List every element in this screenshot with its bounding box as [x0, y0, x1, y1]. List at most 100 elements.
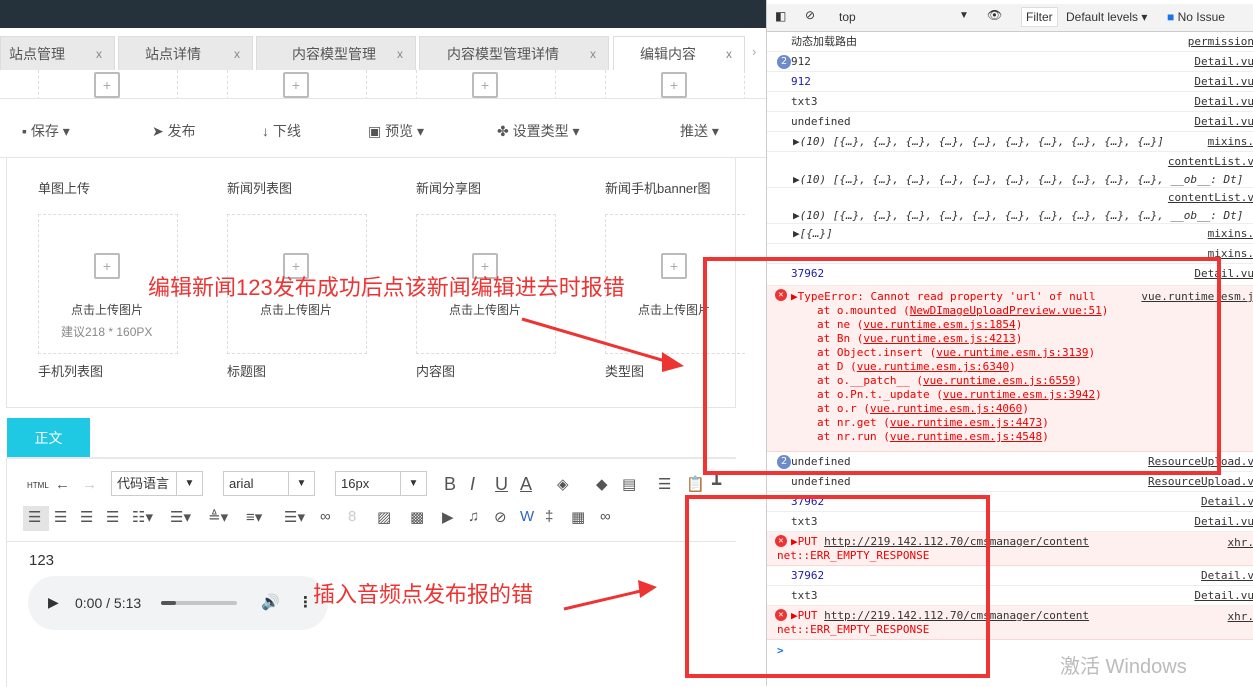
close-icon[interactable]: x: [96, 37, 102, 71]
source-link[interactable]: permission: [1184, 32, 1253, 52]
row-spacing-top-icon[interactable]: ≜▾: [208, 508, 228, 526]
bold-icon[interactable]: B: [444, 474, 456, 495]
field-label: 标题图: [227, 361, 266, 380]
source-link[interactable]: mixins.: [1204, 224, 1253, 244]
font-family-select[interactable]: arial▼: [223, 471, 315, 496]
tab-edit-content[interactable]: 编辑内容x: [613, 36, 745, 70]
image-add-icon: +: [661, 72, 687, 98]
music-icon[interactable]: ♫: [468, 508, 479, 525]
source-link[interactable]: ResourceUpload.v: [1144, 472, 1253, 492]
source-link[interactable]: Detail.vu: [1190, 52, 1253, 72]
chevron-right-icon[interactable]: ›: [752, 44, 756, 59]
upload-box[interactable]: +: [38, 70, 178, 100]
source-link[interactable]: Detail.v: [1197, 492, 1253, 512]
multi-image-icon[interactable]: ▩: [410, 508, 424, 526]
close-icon[interactable]: x: [234, 37, 240, 71]
word-image-icon[interactable]: W: [520, 508, 534, 525]
source-link[interactable]: xhr.: [1224, 532, 1253, 554]
unlink-icon[interactable]: 8: [348, 508, 356, 525]
dropdown-arrow-icon[interactable]: ▼: [959, 10, 969, 21]
align-justify-icon[interactable]: ☰: [106, 508, 119, 526]
upload-box[interactable]: +: [416, 70, 556, 100]
close-icon[interactable]: x: [590, 37, 596, 71]
source-link[interactable]: contentList.v: [1164, 152, 1253, 172]
volume-icon[interactable]: 🔊: [261, 593, 280, 611]
set-type-label: 设置类型: [513, 123, 569, 139]
template-icon[interactable]: ▤: [622, 475, 636, 493]
row-spacing-bottom-icon[interactable]: ≡▾: [246, 508, 262, 526]
sidebar-toggle-icon[interactable]: ◧: [775, 9, 786, 23]
issues-button[interactable]: ■ No Issue: [1167, 10, 1225, 24]
more-options-icon[interactable]: ⋮: [298, 593, 313, 611]
italic-icon[interactable]: I: [470, 474, 475, 495]
push-button[interactable]: 推送 ▾: [680, 121, 719, 141]
line-height-icon[interactable]: ☰▾: [284, 508, 305, 526]
preview-button[interactable]: ▣ 预览 ▾: [368, 121, 424, 141]
source-link[interactable]: contentList.v: [1164, 188, 1253, 208]
context-select[interactable]: top: [839, 10, 856, 24]
align-left-icon[interactable]: ☰: [28, 508, 41, 526]
code-language-select[interactable]: 代码语言▼: [111, 471, 203, 496]
levels-dropdown[interactable]: Default levels ▾: [1066, 10, 1147, 24]
undo-icon[interactable]: ←: [55, 476, 70, 493]
push-label: 推送: [680, 123, 708, 139]
align-right-icon[interactable]: ☰: [54, 508, 67, 526]
font-size-select[interactable]: 16px▼: [335, 471, 427, 496]
clear-console-icon[interactable]: ⊘: [805, 8, 815, 22]
source-link[interactable]: Detail.vu: [1190, 586, 1253, 606]
upload-box[interactable]: +: [227, 70, 367, 100]
source-link[interactable]: Detail.vu: [1190, 72, 1253, 92]
fill-color-icon[interactable]: ◈: [557, 475, 569, 493]
attachment-icon[interactable]: ⊘: [494, 508, 507, 526]
video-icon[interactable]: ▶: [442, 508, 454, 526]
eye-icon[interactable]: 👁: [987, 8, 1002, 22]
html-source-button[interactable]: HTML: [27, 481, 49, 490]
filter-input[interactable]: Filter: [1021, 7, 1058, 27]
audio-player[interactable]: ▶ 0:00 / 5:13 🔊 ⋮: [28, 576, 328, 630]
tab-body[interactable]: 正文: [7, 418, 90, 458]
source-link[interactable]: xhr.: [1224, 606, 1253, 628]
tab-content-model-detail[interactable]: 内容模型管理详情x: [419, 36, 609, 70]
unordered-list-icon[interactable]: ☰▾: [170, 508, 191, 526]
tab-site-detail[interactable]: 站点详情x: [118, 36, 253, 70]
indent-icon[interactable]: ☰: [658, 475, 671, 493]
publish-button[interactable]: ➤ 发布: [152, 121, 196, 141]
console-message: txt3: [791, 95, 818, 108]
source-link[interactable]: Detail.vu: [1190, 92, 1253, 112]
paste-text-icon[interactable]: 📋: [686, 475, 705, 493]
audio-progress-bar[interactable]: [161, 601, 237, 605]
upload-box[interactable]: +: [605, 70, 745, 100]
eraser-icon[interactable]: ◆: [596, 475, 608, 493]
search-replace-icon[interactable]: ∞: [600, 508, 611, 525]
format-painter-icon[interactable]: ┻: [712, 475, 721, 493]
save-button[interactable]: ▪ 保存 ▾: [22, 121, 70, 141]
console-row: undefinedResourceUpload.v: [767, 472, 1253, 492]
source-link[interactable]: Detail.vu: [1190, 512, 1253, 532]
source-link[interactable]: mixins.: [1204, 132, 1253, 152]
tab-content-model[interactable]: 内容模型管理x: [256, 36, 416, 70]
tab-site-management[interactable]: 站点管理x: [0, 36, 115, 70]
console-row: undefinedDetail.vu: [767, 112, 1253, 132]
repeat-count-badge: 2: [777, 55, 791, 69]
image-icon[interactable]: ▨: [377, 508, 391, 526]
select-value: 代码语言: [117, 476, 169, 491]
console-row: 2912Detail.vu: [767, 52, 1253, 72]
redo-icon[interactable]: →: [82, 476, 97, 493]
source-link[interactable]: Detail.v: [1197, 566, 1253, 586]
link-icon[interactable]: ∞: [320, 508, 331, 525]
source-link[interactable]: Detail.vu: [1190, 112, 1253, 132]
table-icon[interactable]: ▦: [571, 508, 585, 526]
field-label: 内容图: [416, 361, 455, 380]
play-icon[interactable]: ▶: [48, 594, 59, 611]
page-break-icon[interactable]: ‡: [545, 508, 553, 525]
close-icon[interactable]: x: [397, 37, 403, 71]
field-label: 单图上传: [38, 178, 90, 197]
close-icon[interactable]: x: [726, 37, 732, 71]
set-type-button[interactable]: ✤ 设置类型 ▾: [497, 121, 580, 141]
top-nav-bar: [0, 0, 766, 28]
underline-icon[interactable]: U: [495, 474, 508, 495]
ordered-list-icon[interactable]: ☷▾: [132, 508, 153, 526]
offline-button[interactable]: ↓ 下线: [262, 121, 301, 141]
align-center-icon[interactable]: ☰: [80, 508, 93, 526]
font-color-icon[interactable]: A: [520, 474, 532, 495]
